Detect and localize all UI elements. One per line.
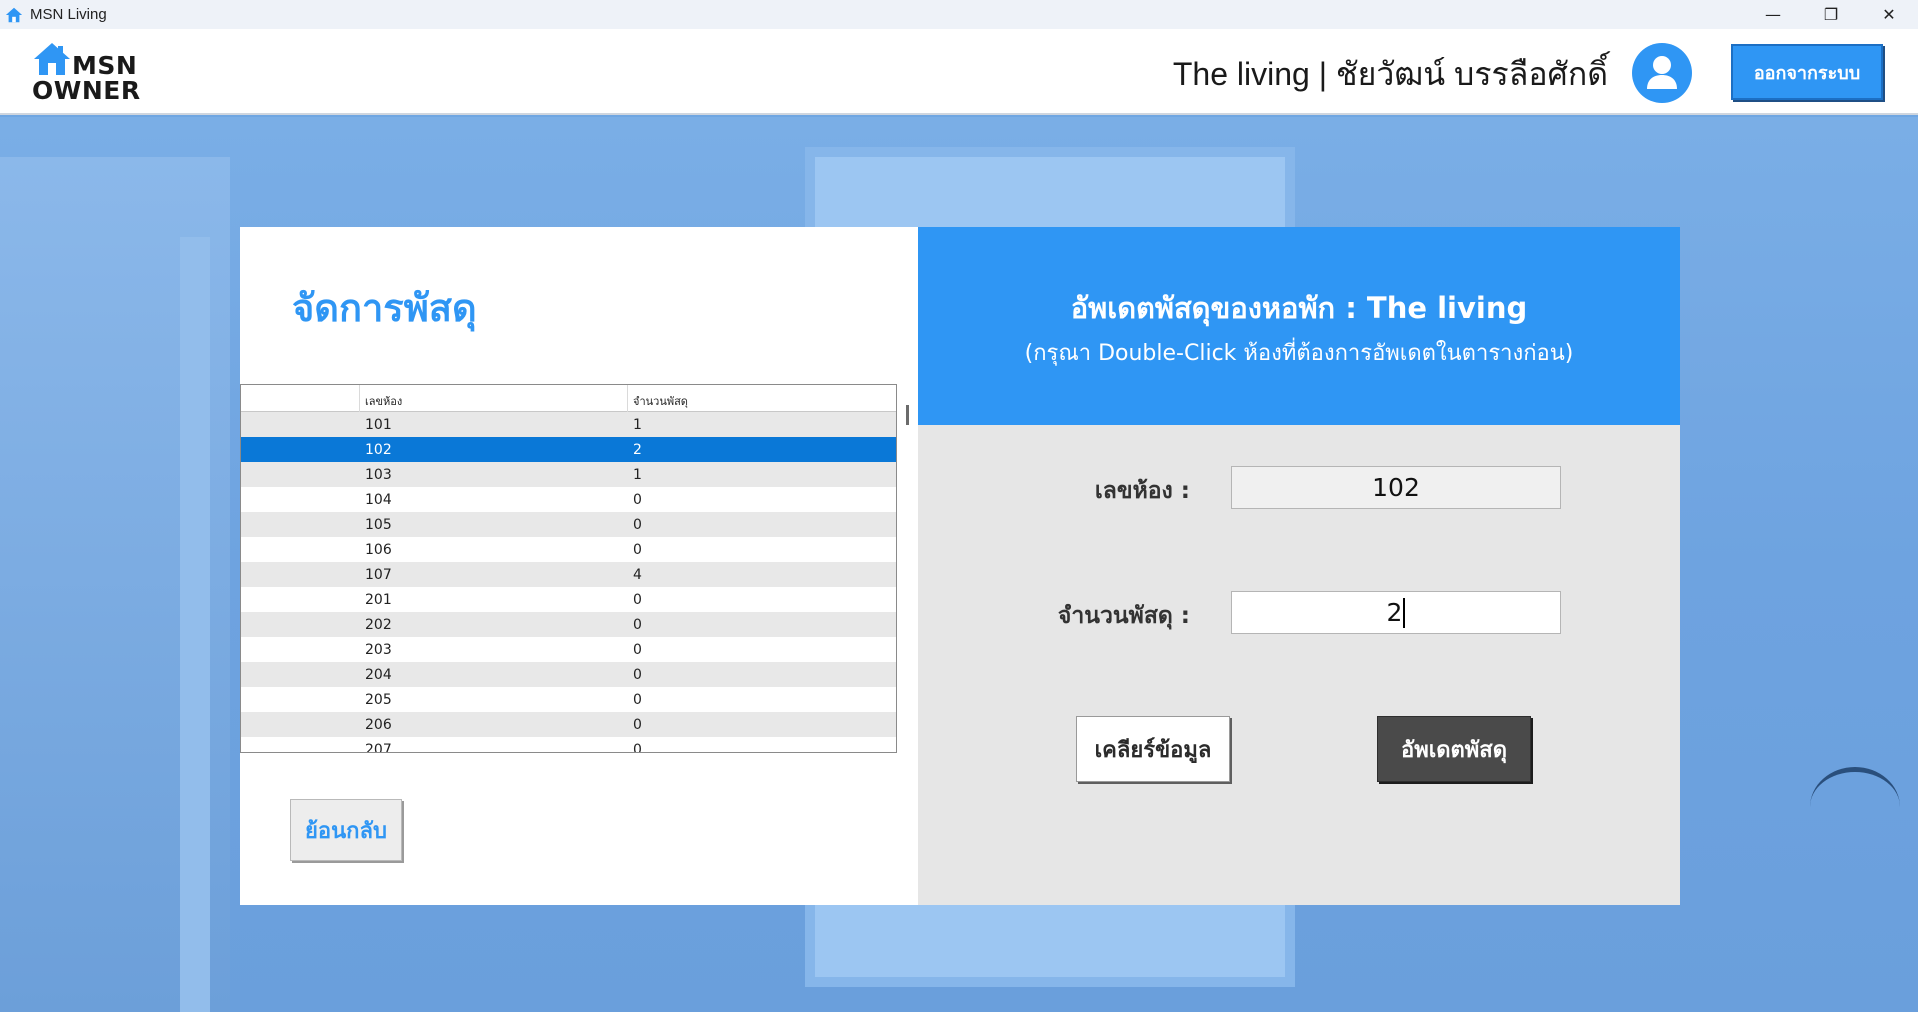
cell-room-number: 101 (365, 417, 392, 433)
page-title: จัดการพัสดุ (292, 286, 477, 330)
cell-room-number: 106 (365, 542, 392, 558)
room-number-label: เลขห้อง : (1094, 478, 1190, 504)
cell-room-number: 102 (365, 442, 392, 458)
header-separator (359, 385, 360, 412)
parcel-count-input[interactable]: 2 (1231, 591, 1561, 634)
text-caret (1403, 597, 1406, 628)
user-avatar-icon[interactable] (1632, 43, 1692, 103)
parcel-count-value: 2 (1386, 598, 1403, 627)
window-title: MSN Living (30, 6, 107, 23)
room-number-field[interactable]: 102 (1231, 466, 1561, 509)
cell-room-number: 204 (365, 667, 392, 683)
column-header-qty[interactable]: จำนวนพัสดุ (633, 392, 688, 410)
table-row[interactable]: 203 0 (241, 637, 896, 662)
table-row[interactable]: 104 0 (241, 487, 896, 512)
parcel-count-label: จำนวนพัสดุ : (1057, 603, 1190, 629)
room-number-value: 102 (1372, 473, 1420, 502)
update-panel-hint: (กรุณา Double-Click ห้องที่ต้องการอัพเดต… (1024, 341, 1574, 366)
table-row[interactable]: 202 0 (241, 612, 896, 637)
cell-room-number: 103 (365, 467, 392, 483)
cell-parcel-count: 0 (633, 667, 642, 683)
cell-room-number: 201 (365, 592, 392, 608)
table-row[interactable]: 101 1 (241, 412, 896, 437)
table-row[interactable]: 103 1 (241, 462, 896, 487)
table-row[interactable]: 206 0 (241, 712, 896, 737)
update-panel-header: อัพเดตพัสดุของหอพัก : The living (กรุณา … (918, 227, 1680, 425)
cell-parcel-count: 0 (633, 492, 642, 508)
cell-parcel-count: 2 (633, 442, 642, 458)
logo-text-owner: OWNER (32, 76, 141, 105)
bed-post-decoration (180, 237, 210, 1012)
minimize-button[interactable]: — (1744, 0, 1802, 29)
app-logo: MSN OWNER (30, 41, 160, 107)
column-header-room[interactable]: เลขห้อง (365, 392, 402, 410)
cell-parcel-count: 0 (633, 642, 642, 658)
update-panel-title: อัพเดตพัสดุของหอพัก : The living (1070, 291, 1528, 325)
dorm-user-label: The living | ชัยวัฒน์ บรรลือศักดิ์ (1172, 56, 1608, 92)
cell-parcel-count: 0 (633, 617, 642, 633)
cell-parcel-count: 1 (633, 467, 642, 483)
logo-house-icon (34, 43, 70, 75)
cell-parcel-count: 0 (633, 542, 642, 558)
cell-room-number: 104 (365, 492, 392, 508)
cell-room-number: 202 (365, 617, 392, 633)
table-scrollbar[interactable] (906, 405, 909, 425)
window-titlebar: MSN Living — ❐ ✕ (0, 0, 1918, 29)
table-row[interactable]: 207 0 (241, 737, 896, 753)
parcel-table[interactable]: เลขห้อง จำนวนพัสดุ 101 1 102 2 103 1 104 0 105 0 1… (240, 384, 897, 753)
header-separator (627, 385, 628, 412)
update-parcel-panel: อัพเดตพัสดุของหอพัก : The living (กรุณา … (918, 227, 1680, 905)
cell-parcel-count: 0 (633, 717, 642, 733)
app-header: MSN OWNER The living | ชัยวัฒน์ บรรลือศั… (0, 29, 1918, 115)
restore-button[interactable]: ❐ (1802, 0, 1860, 29)
wall-lamp-decoration (1810, 767, 1900, 847)
cell-room-number: 207 (365, 742, 392, 753)
cell-parcel-count: 0 (633, 592, 642, 608)
table-row[interactable]: 106 0 (241, 537, 896, 562)
cell-parcel-count: 0 (633, 742, 642, 753)
window-controls: — ❐ ✕ (1744, 0, 1918, 29)
close-button[interactable]: ✕ (1860, 0, 1918, 29)
cell-room-number: 203 (365, 642, 392, 658)
cell-parcel-count: 4 (633, 567, 642, 583)
table-row[interactable]: 107 4 (241, 562, 896, 587)
table-row[interactable]: 102 2 (241, 437, 896, 462)
table-row[interactable]: 201 0 (241, 587, 896, 612)
table-body: 101 1 102 2 103 1 104 0 105 0 106 0 107 4 201 0 202 0 203 0… (241, 412, 896, 753)
cell-room-number: 105 (365, 517, 392, 533)
table-header: เลขห้อง จำนวนพัสดุ (241, 385, 896, 412)
parcel-list-panel: จัดการพัสดุ เลขห้อง จำนวนพัสดุ 101 1 102 2 1… (240, 227, 918, 905)
table-row[interactable]: 204 0 (241, 662, 896, 687)
cell-room-number: 107 (365, 567, 392, 583)
cell-parcel-count: 0 (633, 692, 642, 708)
cell-parcel-count: 0 (633, 517, 642, 533)
app-home-icon (5, 7, 23, 22)
cell-room-number: 205 (365, 692, 392, 708)
table-row[interactable]: 205 0 (241, 687, 896, 712)
cell-parcel-count: 1 (633, 417, 642, 433)
back-button[interactable]: ย้อนกลับ (290, 799, 402, 861)
logout-button[interactable]: ออกจากระบบ (1731, 44, 1883, 100)
clear-button[interactable]: เคลียร์ข้อมูล (1076, 716, 1230, 782)
table-row[interactable]: 105 0 (241, 512, 896, 537)
cell-room-number: 206 (365, 717, 392, 733)
update-parcel-button[interactable]: อัพเดตพัสดุ (1377, 716, 1531, 782)
